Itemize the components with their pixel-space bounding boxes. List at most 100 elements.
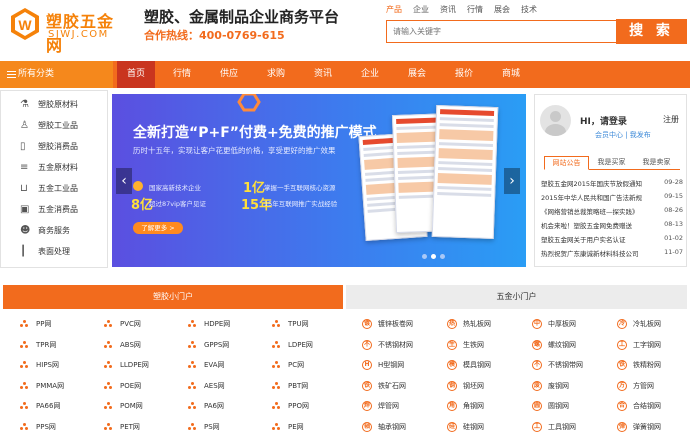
- portal-link-label: PVC网: [120, 320, 141, 328]
- portal-link-label: H型钢网: [378, 361, 405, 369]
- banner-next-arrow[interactable]: ›: [504, 168, 520, 194]
- sidebar-item-label: 五金原材料: [38, 163, 78, 172]
- search-tab-company[interactable]: 企业: [413, 4, 429, 15]
- portal-link-label: GPPS网: [204, 340, 230, 349]
- dots-icon: [272, 320, 280, 328]
- search-tab-product[interactable]: 产品: [386, 4, 402, 15]
- sidebar-item-label: 塑胶原材料: [38, 100, 78, 109]
- news-item[interactable]: 《网络营销总裁策略班—探实践》 08-26: [541, 206, 683, 219]
- portal-link-label: 模具钢网: [463, 361, 491, 369]
- circle-badge-icon: 铁: [617, 360, 627, 370]
- register-link[interactable]: 注册: [663, 114, 679, 125]
- news-item[interactable]: 2015年中华人民共和国广告法新规 09-15: [541, 192, 683, 205]
- portal-link-label: 不锈钢材网: [378, 340, 413, 349]
- portal-link-label: PBT网: [288, 381, 309, 390]
- nav-home[interactable]: 首页: [117, 61, 155, 88]
- sidebar-item-business-services[interactable]: ☻ 商务服务: [1, 221, 107, 241]
- search-tab-news[interactable]: 资讯: [440, 4, 456, 15]
- tab-buyer[interactable]: 我是买家: [589, 156, 634, 169]
- news-item[interactable]: 机会来啦！塑胶五金网免费赠送 08-13: [541, 220, 683, 233]
- sidebar-item-plastic-raw[interactable]: ⚗ 塑胶原材料: [1, 95, 107, 115]
- sidebar-item-surface-treatment[interactable]: ┃ 表面处理: [1, 242, 107, 262]
- portal-link-label: 废钢网: [548, 381, 569, 390]
- banner-title: 全新打造“P+F”付费+免费的推广模式: [133, 125, 377, 141]
- portal-link-label: 冷轧板网: [633, 320, 661, 328]
- tab-hardware-portal[interactable]: 五金小门户: [346, 285, 687, 309]
- nav-quote[interactable]: 报价: [445, 61, 483, 88]
- all-categories-button[interactable]: 所有分类: [0, 61, 113, 88]
- circle-badge-icon: 合: [617, 401, 627, 411]
- dots-icon: [188, 402, 196, 410]
- portal-link-label: 方管网: [633, 381, 654, 390]
- circle-badge-icon: 不: [362, 339, 372, 350]
- news-item[interactable]: 塑胶五金网2015年国庆节放假通知 09-28: [541, 178, 683, 191]
- sidebar-item-plastic-industrial[interactable]: ♙ 塑胶工业品: [1, 116, 107, 136]
- sidebar-item-label: 塑胶消费品: [38, 142, 78, 151]
- banner-dot-active[interactable]: [431, 254, 436, 259]
- banner-prev-arrow[interactable]: ‹: [116, 168, 132, 194]
- tab-seller[interactable]: 我是卖家: [634, 156, 679, 169]
- browser-mockup-image: [431, 104, 499, 240]
- search-button[interactable]: 搜 索: [616, 19, 687, 44]
- member-panel: HI，请登录 注册 会员中心 | 我发布 网站公告 我是买家 我是卖家 塑胶五金…: [534, 94, 687, 267]
- nav-supply[interactable]: 供应: [210, 61, 248, 88]
- search-tab-exhibition[interactable]: 展会: [494, 4, 510, 15]
- circle-badge-icon: 工: [617, 339, 627, 350]
- circle-badge-icon: 冷: [617, 319, 627, 329]
- sidebar-item-hardware-raw[interactable]: ≡ 五金原材料: [1, 158, 107, 178]
- portal-link-label: 工字钢网: [633, 340, 661, 349]
- news-item[interactable]: 热烈祝贺广东康诚新材料科技公司 11-07: [541, 248, 683, 261]
- portal-link-label: 铁精粉网: [633, 361, 661, 369]
- sidebar-item-label: 商务服务: [38, 226, 70, 235]
- sidebar-item-label: 塑胶工业品: [38, 121, 78, 130]
- nav-mall[interactable]: 商城: [492, 61, 530, 88]
- portal-link-label: PA6网: [204, 402, 225, 410]
- sidebar-item-plastic-consumer[interactable]: ▯ 塑胶消费品: [1, 137, 107, 157]
- dots-icon: [104, 402, 112, 410]
- circle-badge-icon: 镀: [362, 319, 372, 329]
- login-link[interactable]: HI，请登录: [580, 114, 627, 127]
- dots-icon: [20, 381, 28, 390]
- banner-dot[interactable]: [440, 254, 445, 259]
- search-input[interactable]: [387, 21, 616, 42]
- portal-link-label: ABS网: [120, 340, 141, 349]
- banner-stat-1: 国家高新技术企业: [149, 184, 201, 192]
- dots-icon: [188, 361, 196, 369]
- nav-news[interactable]: 资讯: [304, 61, 342, 88]
- search-tab-tech[interactable]: 技术: [521, 4, 537, 15]
- sidebar-item-label: 表面处理: [38, 247, 70, 256]
- news-title: 《网络营销总裁策略班—探实践》: [541, 208, 639, 216]
- sidebar-item-label: 五金消费品: [38, 205, 78, 214]
- portal-link-label: 钢坯网: [463, 381, 484, 390]
- bottle-icon: ♙: [20, 120, 29, 131]
- tab-plastic-portal[interactable]: 塑胶小门户: [3, 285, 343, 309]
- circle-badge-icon: 圆: [532, 401, 542, 411]
- nav-purchase[interactable]: 求购: [257, 61, 295, 88]
- cart-icon: ⊔: [20, 183, 28, 194]
- nav-market[interactable]: 行情: [163, 61, 201, 88]
- nav-company[interactable]: 企业: [351, 61, 389, 88]
- sidebar-item-hardware-consumer[interactable]: ▣ 五金消费品: [1, 200, 107, 220]
- category-sidebar: ⚗ 塑胶原材料 ♙ 塑胶工业品 ▯ 塑胶消费品 ≡ 五金原材料 ⊔ 五金工业品 …: [0, 90, 108, 268]
- member-center-links[interactable]: 会员中心 | 我发布: [595, 130, 651, 140]
- search-tab-market[interactable]: 行情: [467, 4, 483, 15]
- dots-icon: [20, 340, 28, 349]
- dots-icon: [104, 381, 112, 390]
- sidebar-item-hardware-industrial[interactable]: ⊔ 五金工业品: [1, 179, 107, 199]
- svg-text:W: W: [18, 17, 32, 33]
- dots-icon: [104, 340, 112, 349]
- circle-badge-icon: 热: [447, 319, 457, 329]
- news-date: 01-02: [664, 234, 683, 242]
- banner-dot[interactable]: [422, 254, 427, 259]
- banner-pagination: [422, 254, 449, 259]
- promo-banner[interactable]: 全新打造“P+F”付费+免费的推广模式 历时十五年，实现让客户花更低的价格，享受…: [112, 94, 526, 267]
- circle-badge-icon: 焊: [362, 401, 372, 411]
- hotline: 合作热线：400-0769-615: [144, 29, 285, 42]
- avatar: [540, 105, 571, 136]
- learn-more-button[interactable]: 了解更多 >: [133, 222, 183, 234]
- dots-icon: [20, 361, 28, 369]
- nav-exhibition[interactable]: 展会: [398, 61, 436, 88]
- news-item[interactable]: 塑胶五金网关于用户实名认证 01-02: [541, 234, 683, 247]
- site-logo[interactable]: W 塑胶五金网 SJWJ.COM: [8, 7, 128, 55]
- tab-announcements[interactable]: 网站公告: [544, 156, 589, 170]
